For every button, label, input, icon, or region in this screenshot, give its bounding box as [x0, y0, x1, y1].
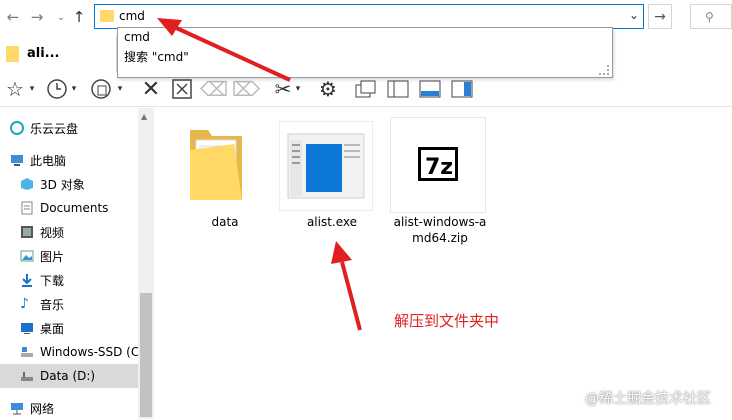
annotation-arrows [157, 18, 362, 331]
